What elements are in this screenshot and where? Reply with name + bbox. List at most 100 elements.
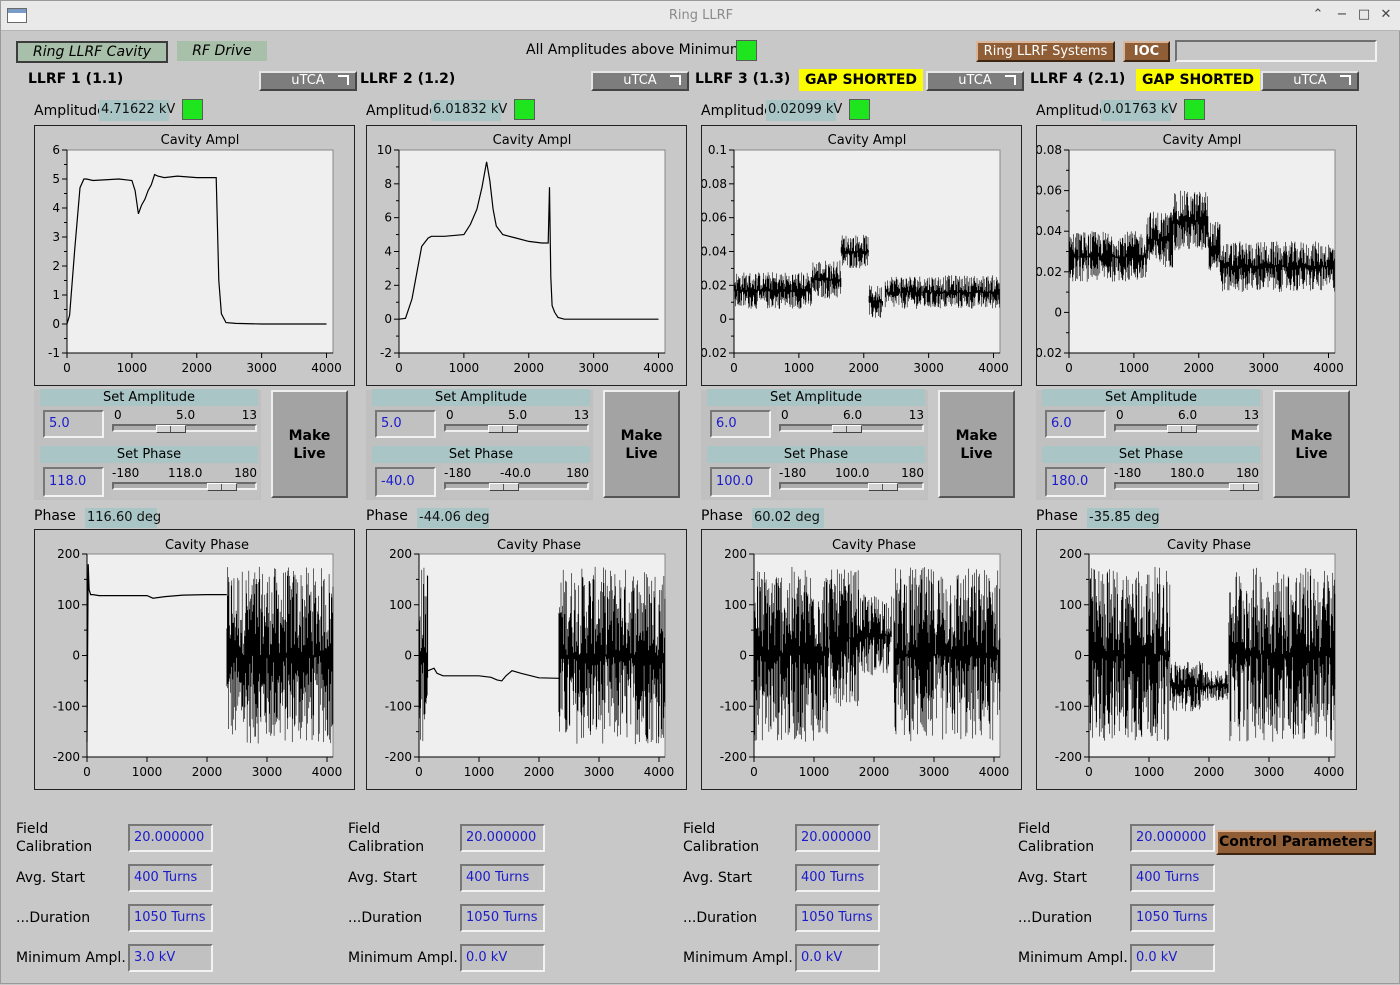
minimum-ampl-input[interactable]: 3.0 kV xyxy=(128,944,213,972)
minimum-ampl-input[interactable]: 0.0 kV xyxy=(795,944,880,972)
minimum-ampl-label: Minimum Ampl. xyxy=(348,950,458,966)
amplitude-slider-value: 6.0 xyxy=(1178,408,1198,422)
set-amplitude-input[interactable]: 5.0 xyxy=(375,410,436,438)
utca-label: uTCA xyxy=(291,73,325,88)
phase-label: Phase xyxy=(701,508,743,524)
utca-checkbox-icon xyxy=(1340,75,1351,85)
y-tick-label: -200 xyxy=(1055,750,1082,764)
field-cal-line1: Field xyxy=(16,821,49,837)
field-cal-line2: Calibration xyxy=(16,839,93,855)
avg-start-label: Avg. Start xyxy=(16,870,86,886)
amplitude-readback: 0.01763 kV xyxy=(1101,100,1177,121)
plot-area xyxy=(398,149,666,354)
amplitude-slider-min: 0 xyxy=(1116,408,1124,422)
field-calibration-input[interactable]: 20.000000 xyxy=(460,824,545,852)
phase-slider-thumb[interactable] xyxy=(868,483,898,491)
cavity-ampl-panel: Cavity Ampl-0.0200.020.040.060.080100020… xyxy=(1036,125,1357,386)
amplitude-slider-thumb[interactable] xyxy=(156,425,186,433)
utca-toggle[interactable]: uTCA xyxy=(1261,71,1359,91)
x-tick-label: 2000 xyxy=(524,765,555,779)
set-phase-input[interactable]: 118.0 xyxy=(43,467,104,497)
set-phase-input[interactable]: 180.0 xyxy=(1045,467,1106,497)
phase-slider-min: -180 xyxy=(112,466,140,480)
amplitude-slider[interactable]: 0 5.0 13 xyxy=(442,406,591,440)
phase-slider[interactable]: -180 180.0 180 xyxy=(1112,464,1261,498)
avg-start-input[interactable]: 400 Turns xyxy=(795,864,880,892)
set-amplitude-label: Set Amplitude xyxy=(707,389,925,406)
amplitude-slider[interactable]: 0 6.0 13 xyxy=(1112,406,1261,440)
amplitude-slider-max: 13 xyxy=(1243,408,1259,422)
x-tick-label: 3000 xyxy=(913,361,944,375)
y-tick-label: 200 xyxy=(389,547,412,561)
phase-slider[interactable]: -180 100.0 180 xyxy=(777,464,926,498)
minimum-ampl-input[interactable]: 0.0 kV xyxy=(460,944,545,972)
field-calibration-input[interactable]: 20.000000 xyxy=(795,824,880,852)
amplitude-slider-thumb[interactable] xyxy=(488,425,518,433)
duration-input[interactable]: 1050 Turns xyxy=(1130,904,1215,932)
phase-slider-thumb[interactable] xyxy=(207,483,237,491)
duration-input[interactable]: 1050 Turns xyxy=(460,904,545,932)
amplitude-slider[interactable]: 0 5.0 13 xyxy=(110,406,259,440)
phase-readback: 60.02 deg xyxy=(752,508,824,528)
cavity-phase-panel: Cavity Phase -200 -100 0 100 200 0 1000 2000 3000… xyxy=(34,529,355,790)
minimum-ampl-label: Minimum Ampl. xyxy=(1018,950,1128,966)
set-phase-input[interactable]: -40.0 xyxy=(375,467,436,497)
llrf-window: Ring LLRF ⌃ − □ ✕ Ring LLRF Cavity RF Dr… xyxy=(0,0,1400,984)
x-tick-label: 1000 xyxy=(117,361,148,375)
avg-start-input[interactable]: 400 Turns xyxy=(1130,864,1215,892)
minimum-ampl-label: Minimum Ampl. xyxy=(683,950,793,966)
set-phase-label: Set Phase xyxy=(40,446,258,463)
field-calibration-input[interactable]: 20.000000 xyxy=(1130,824,1215,852)
x-tick-label: 1000 xyxy=(1119,361,1150,375)
amplitude-slider[interactable]: 0 6.0 13 xyxy=(777,406,926,440)
llrf-title: LLRF 3 (1.3) xyxy=(695,71,791,87)
y-tick-label: -0.02 xyxy=(1037,346,1062,360)
x-tick-label: 1000 xyxy=(1134,765,1165,779)
amplitude-slider-thumb[interactable] xyxy=(832,425,862,433)
llrf-title: LLRF 2 (1.2) xyxy=(360,71,456,87)
amplitude-slider-thumb[interactable] xyxy=(1167,425,1197,433)
phase-slider-max: 180 xyxy=(566,466,589,480)
x-tick-label: 3000 xyxy=(252,765,283,779)
set-phase-input[interactable]: 100.0 xyxy=(710,467,771,497)
cavity-phase-chart: -200-10001002000 1000 2000 3000 4000 xyxy=(385,547,675,779)
amplitude-slider-max: 13 xyxy=(908,408,924,422)
phase-slider[interactable]: -180 118.0 180 xyxy=(110,464,259,498)
llrf-column-3: LLRF 3 (1.3) GAP SHORTED uTCA Amplitude 0.02… xyxy=(668,1,1024,985)
plot-area xyxy=(66,149,334,354)
phase-slider[interactable]: -180 -40.0 180 xyxy=(442,464,591,498)
amplitude-label: Amplitude xyxy=(701,103,773,119)
avg-start-input[interactable]: 400 Turns xyxy=(128,864,213,892)
x-tick-label: 1000 xyxy=(449,361,480,375)
y-tick-label: 0 xyxy=(404,649,412,663)
maximize-icon[interactable]: □ xyxy=(1355,6,1373,24)
duration-input[interactable]: 1050 Turns xyxy=(128,904,213,932)
amplitude-slider-value: 5.0 xyxy=(508,408,528,422)
avg-start-input[interactable]: 400 Turns xyxy=(460,864,545,892)
llrf-title: LLRF 4 (2.1) xyxy=(1030,71,1126,87)
phase-slider-thumb[interactable] xyxy=(489,483,519,491)
set-amplitude-input[interactable]: 6.0 xyxy=(1045,410,1106,438)
x-tick-label: 3000 xyxy=(584,765,615,779)
y-tick-label: 200 xyxy=(1059,547,1082,561)
close-icon[interactable]: ✕ xyxy=(1377,6,1395,24)
set-amplitude-label: Set Amplitude xyxy=(40,389,258,406)
y-tick-label: 1 xyxy=(52,288,60,302)
make-live-button[interactable]: Make Live xyxy=(1273,390,1350,498)
minimum-ampl-input[interactable]: 0.0 kV xyxy=(1130,944,1215,972)
duration-input[interactable]: 1050 Turns xyxy=(795,904,880,932)
field-calibration-input[interactable]: 20.000000 xyxy=(128,824,213,852)
phase-label: Phase xyxy=(366,508,408,524)
x-tick-label: 0 xyxy=(395,361,403,375)
x-tick-label: 3000 xyxy=(246,361,277,375)
phase-slider-thumb[interactable] xyxy=(1229,483,1259,491)
set-amplitude-input[interactable]: 5.0 xyxy=(43,410,104,438)
x-tick-label: 4000 xyxy=(1314,765,1345,779)
minimize-icon[interactable]: − xyxy=(1333,6,1351,24)
control-parameters-button[interactable]: Control Parameters xyxy=(1216,830,1376,855)
set-phase-label: Set Phase xyxy=(707,446,925,463)
amplitude-slider-min: 0 xyxy=(446,408,454,422)
set-amplitude-input[interactable]: 6.0 xyxy=(710,410,771,438)
x-tick-label: 0 xyxy=(415,765,423,779)
llrf-column-1: LLRF 1 (1.1) uTCA Amplitude 4.71622 kV Cavit… xyxy=(1,1,357,985)
